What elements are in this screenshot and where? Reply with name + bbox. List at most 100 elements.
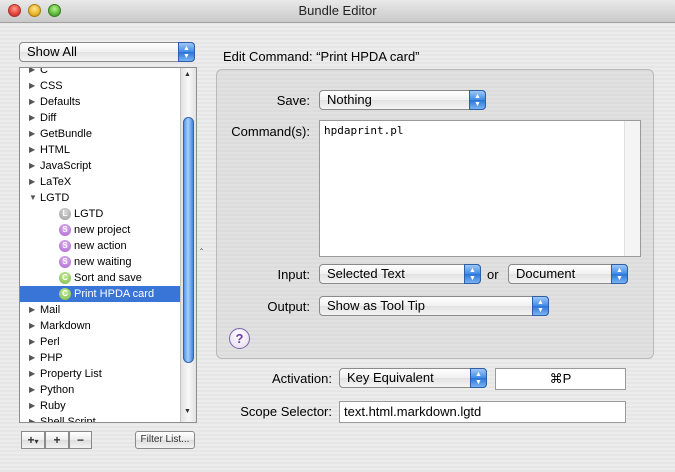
- popup-arrows-icon: ▲ ▼: [532, 296, 549, 316]
- show-filter-popup[interactable]: Show All ▲ ▼: [19, 42, 195, 62]
- filter-list-button[interactable]: Filter List...: [135, 431, 195, 449]
- tree-item-label: Sort and save: [74, 272, 142, 284]
- tree-bundle[interactable]: ▶ C: [20, 68, 180, 78]
- tree-bundle[interactable]: ▶ PHP: [20, 350, 180, 366]
- tree-bundle[interactable]: ▼ LGTD: [20, 190, 180, 206]
- remove-button[interactable]: −: [69, 431, 92, 449]
- tree-bundle[interactable]: ▶ Property List: [20, 366, 180, 382]
- command-label: Command(s):: [231, 124, 310, 139]
- scope-selector-field[interactable]: text.html.markdown.lgtd: [339, 401, 626, 423]
- tree-bundle[interactable]: ▶ Shell Script: [20, 414, 180, 423]
- tree-bundle[interactable]: ▶ LaTeX: [20, 174, 180, 190]
- plus-icon: +: [27, 433, 35, 447]
- popup-arrows-icon: ▲ ▼: [611, 264, 628, 284]
- scroll-down-icon[interactable]: ▼: [184, 408, 191, 415]
- tree-item[interactable]: Snew waiting: [20, 254, 180, 270]
- tree-bundle[interactable]: ▶ JavaScript: [20, 158, 180, 174]
- save-value: Nothing: [327, 92, 372, 107]
- tree-item-label: new project: [74, 224, 131, 236]
- disclosure-closed-icon[interactable]: ▶: [29, 318, 35, 334]
- popup-arrows-icon: ▲ ▼: [464, 264, 481, 284]
- bundle-tree[interactable]: ▶ C ▶ CSS ▶ Defaults ▶ Diff ▶ GetBundle ▶ HTML ▶ Java…: [19, 67, 197, 423]
- tree-item-label: Markdown: [40, 320, 91, 332]
- tree-bundle[interactable]: ▶ Defaults: [20, 94, 180, 110]
- scope-label: Scope Selector:: [240, 404, 332, 419]
- popup-arrows-icon: ▲ ▼: [470, 368, 487, 388]
- tree-item-label: JavaScript: [40, 160, 92, 172]
- tree-bundle[interactable]: ▶ Perl: [20, 334, 180, 350]
- disclosure-closed-icon[interactable]: ▶: [29, 126, 35, 142]
- tree-item-label: Ruby: [40, 400, 66, 412]
- disclosure-closed-icon[interactable]: ▶: [29, 174, 35, 190]
- tree-item-label: CSS: [40, 80, 63, 92]
- add-bundle-button[interactable]: +▾: [21, 431, 45, 449]
- output-popup[interactable]: Show as Tool Tip ▲ ▼: [319, 296, 549, 316]
- tree-bundle[interactable]: ▶ Mail: [20, 302, 180, 318]
- or-label: or: [487, 267, 499, 282]
- tree-item-label: Diff: [40, 112, 57, 124]
- tree-bundle[interactable]: ▶ Ruby: [20, 398, 180, 414]
- key-equivalent-value: ⌘P: [549, 371, 572, 386]
- disclosure-closed-icon[interactable]: ▶: [29, 366, 35, 382]
- key-equivalent-field[interactable]: ⌘P: [495, 368, 626, 390]
- disclosure-closed-icon[interactable]: ▶: [29, 382, 35, 398]
- tree-item[interactable]: C Sort and save: [20, 270, 180, 286]
- tree-item[interactable]: L LGTD: [20, 206, 180, 222]
- disclosure-closed-icon[interactable]: ▶: [29, 414, 35, 422]
- split-collapse-icon[interactable]: ‸: [200, 240, 203, 251]
- add-item-button[interactable]: +: [45, 431, 69, 449]
- tree-item-label: LGTD: [40, 192, 70, 204]
- tree-item-label: Shell Script: [40, 416, 96, 423]
- tree-item[interactable]: C Print HPDA card: [20, 286, 180, 302]
- tree-bundle[interactable]: ▶ GetBundle: [20, 126, 180, 142]
- bundle-editor-window: Bundle Editor Show All ▲ ▼ ▶ C ▶ CSS ▶ Default…: [0, 0, 675, 472]
- tree-item[interactable]: Snew action: [20, 238, 180, 254]
- output-label: Output:: [267, 299, 310, 314]
- input-popup[interactable]: Selected Text ▲ ▼: [319, 264, 481, 284]
- scroll-thumb[interactable]: [183, 117, 194, 363]
- disclosure-closed-icon[interactable]: ▶: [29, 68, 35, 78]
- disclosure-closed-icon[interactable]: ▶: [29, 94, 35, 110]
- command-text: hpdaprint.pl: [324, 124, 404, 137]
- activation-popup[interactable]: Key Equivalent ▲ ▼: [339, 368, 487, 388]
- save-popup[interactable]: Nothing ▲ ▼: [319, 90, 486, 110]
- tree-bundle[interactable]: ▶ Python: [20, 382, 180, 398]
- command-icon: C: [59, 272, 71, 284]
- tree-item-label: Perl: [40, 336, 60, 348]
- disclosure-closed-icon[interactable]: ▶: [29, 78, 35, 94]
- tree-scrollbar[interactable]: ▲ ▼: [180, 68, 196, 422]
- show-filter-value: Show All: [27, 44, 77, 59]
- close-button[interactable]: [8, 4, 21, 17]
- window-title: Bundle Editor: [298, 3, 377, 18]
- snippet-icon: S: [59, 224, 71, 236]
- minimize-button[interactable]: [28, 4, 41, 17]
- tree-bundle[interactable]: ▶ HTML: [20, 142, 180, 158]
- disclosure-closed-icon[interactable]: ▶: [29, 142, 35, 158]
- tree-item-label: Mail: [40, 304, 61, 316]
- snippet-icon: S: [59, 240, 71, 252]
- tree-bundle[interactable]: ▶ CSS: [20, 78, 180, 94]
- disclosure-closed-icon[interactable]: ▶: [29, 158, 35, 174]
- disclosure-closed-icon[interactable]: ▶: [29, 334, 35, 350]
- input-value: Selected Text: [327, 266, 405, 281]
- input-fallback-popup[interactable]: Document ▲ ▼: [508, 264, 628, 284]
- disclosure-closed-icon[interactable]: ▶: [29, 110, 35, 126]
- disclosure-closed-icon[interactable]: ▶: [29, 398, 35, 414]
- add-item-icon: +: [53, 433, 61, 447]
- command-textarea[interactable]: hpdaprint.pl: [319, 120, 641, 257]
- command-scrollbar[interactable]: [624, 121, 640, 256]
- disclosure-closed-icon[interactable]: ▶: [29, 350, 35, 366]
- save-label: Save:: [276, 93, 310, 108]
- disclosure-closed-icon[interactable]: ▶: [29, 302, 35, 318]
- zoom-button[interactable]: [48, 4, 61, 17]
- tree-item[interactable]: Snew project: [20, 222, 180, 238]
- tree-item-label: GetBundle: [40, 128, 92, 140]
- tree-bundle[interactable]: ▶ Markdown: [20, 318, 180, 334]
- tree-bundle[interactable]: ▶ Diff: [20, 110, 180, 126]
- input-fallback-value: Document: [516, 266, 576, 281]
- activation-label: Activation:: [272, 371, 332, 386]
- scroll-up-icon[interactable]: ▲: [184, 71, 191, 78]
- help-button[interactable]: ?: [229, 328, 250, 349]
- tree-item-label: PHP: [40, 352, 63, 364]
- disclosure-open-icon[interactable]: ▼: [29, 190, 37, 206]
